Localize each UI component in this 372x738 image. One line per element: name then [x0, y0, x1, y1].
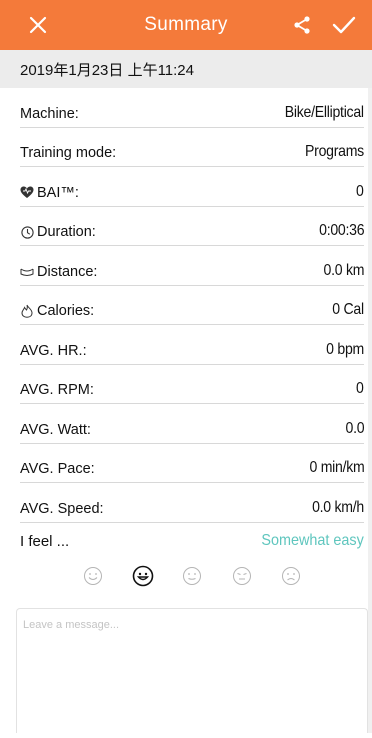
row-label: BAI™: — [20, 185, 79, 201]
row-avg-watt: AVG. Watt: 0.0 — [20, 404, 364, 444]
label-text: AVG. Watt: — [20, 421, 91, 438]
row-value: 0.0 km/h — [312, 498, 364, 516]
feel-value: Somewhat easy — [261, 532, 364, 549]
label-text: Calories: — [37, 303, 95, 319]
flame-icon — [20, 304, 34, 318]
label-text: AVG. Speed: — [20, 500, 104, 517]
row-calories: Calories: 0 Cal — [20, 286, 364, 325]
label-text: Distance: — [37, 263, 98, 280]
feel-selector — [82, 565, 302, 587]
message-box — [16, 608, 368, 733]
hard-face-icon[interactable] — [231, 565, 253, 587]
row-label: Machine: — [20, 106, 79, 122]
row-label: AVG. Pace: — [20, 461, 95, 477]
row-value: 0.0 — [345, 419, 364, 437]
close-icon[interactable] — [24, 0, 52, 50]
message-input[interactable] — [17, 609, 367, 733]
date-bar: 2019年1月23日 上午11:24 — [0, 50, 372, 88]
row-avg-rpm: AVG. RPM: 0 — [20, 365, 364, 404]
row-value: 0 min/km — [309, 459, 364, 476]
heart-icon — [20, 186, 34, 200]
row-label: Training mode: — [20, 145, 116, 161]
label-text: Duration: — [37, 224, 96, 240]
very-easy-face-icon[interactable] — [82, 565, 104, 587]
row-value: 0 — [356, 182, 364, 200]
row-label: AVG. Speed: — [20, 501, 104, 517]
label-text: AVG. HR.: — [20, 342, 87, 359]
row-label: Calories: — [20, 303, 94, 319]
row-label: AVG. HR.: — [20, 343, 87, 359]
clock-icon — [20, 225, 34, 239]
row-distance: Distance: 0.0 km — [20, 246, 364, 286]
row-duration: Duration: 0:00:36 — [20, 207, 364, 246]
row-label: AVG. Watt: — [20, 422, 91, 438]
label-text: BAI™: — [37, 184, 79, 201]
share-icon[interactable] — [288, 0, 316, 50]
very-hard-face-icon[interactable] — [280, 565, 302, 587]
row-value: 0.0 km — [323, 261, 364, 279]
row-value: 0 bpm — [326, 340, 364, 358]
row-avg-pace: AVG. Pace: 0 min/km — [20, 444, 364, 483]
row-value: 0:00:36 — [318, 222, 364, 239]
label-text: AVG. RPM: — [20, 382, 94, 398]
row-label: AVG. RPM: — [20, 382, 94, 398]
row-machine: Machine: Bike/Elliptical — [20, 88, 364, 128]
checkmark-icon[interactable] — [328, 0, 360, 50]
summary-list: Machine: Bike/Elliptical Training mode: … — [20, 88, 364, 523]
label-text: AVG. Pace: — [20, 461, 95, 477]
row-value: Programs — [305, 143, 364, 160]
label-text: Training mode: — [20, 145, 117, 161]
header-bar: Summary — [0, 0, 372, 50]
scrollbar-track[interactable] — [368, 88, 372, 733]
row-label: Distance: — [20, 264, 97, 280]
feel-row: I feel ... Somewhat easy — [20, 528, 364, 554]
session-datetime: 2019年1月23日 上午11:24 — [20, 61, 194, 79]
row-training-mode: Training mode: Programs — [20, 128, 364, 167]
somewhat-easy-face-icon[interactable] — [132, 565, 154, 587]
page-title: Summary — [144, 14, 228, 35]
row-value: Bike/Elliptical — [285, 103, 364, 121]
neutral-face-icon[interactable] — [181, 565, 203, 587]
row-label: Duration: — [20, 224, 96, 240]
distance-icon — [20, 265, 34, 279]
row-bai: BAI™: 0 — [20, 167, 364, 207]
label-text: Machine: — [20, 105, 79, 122]
row-avg-speed: AVG. Speed: 0.0 km/h — [20, 483, 364, 523]
row-avg-hr: AVG. HR.: 0 bpm — [20, 325, 364, 365]
row-value: 0 Cal — [332, 301, 364, 318]
feel-label: I feel ... — [20, 532, 70, 550]
row-value: 0 — [356, 380, 364, 397]
